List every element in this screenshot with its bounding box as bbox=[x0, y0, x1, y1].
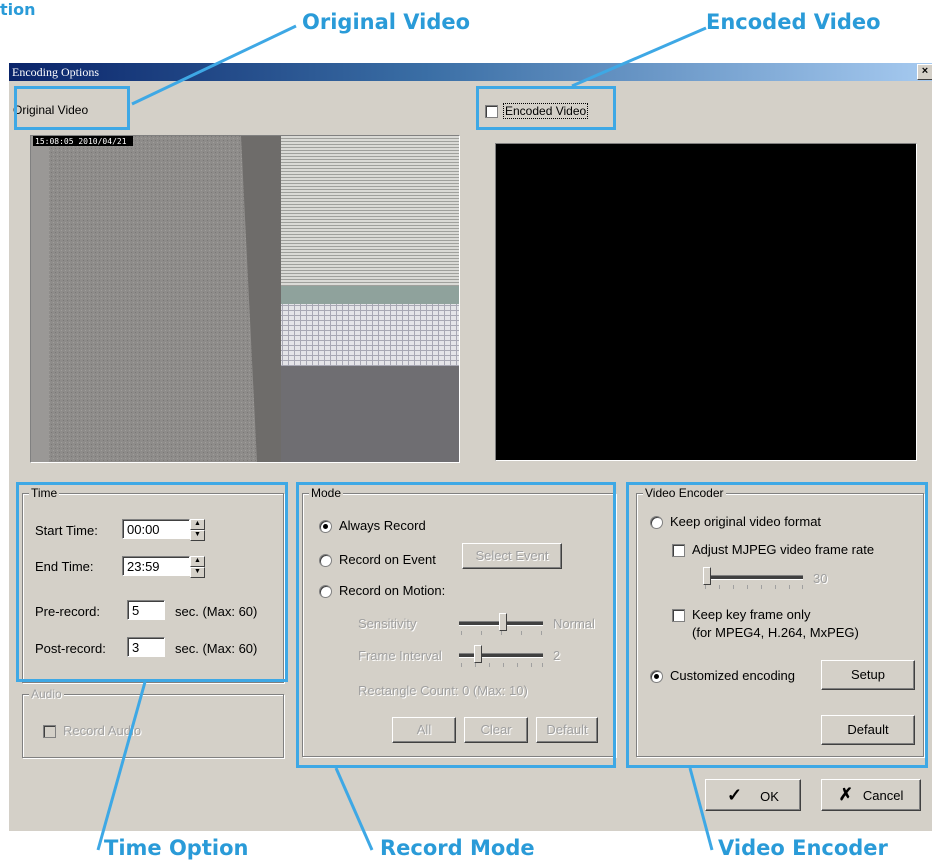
callout-time-option: Time Option bbox=[104, 836, 249, 860]
callout-fragment: tion bbox=[0, 0, 36, 19]
highlight-mode bbox=[296, 482, 616, 768]
callout-encoded-video: Encoded Video bbox=[706, 10, 881, 34]
encoded-video-view bbox=[495, 143, 917, 461]
close-button[interactable]: × bbox=[917, 64, 932, 80]
ok-button[interactable]: ✓ OK bbox=[705, 779, 801, 811]
highlight-encoded-video bbox=[476, 86, 616, 130]
original-video-view: 15:08:05 2010/04/21 bbox=[30, 135, 460, 463]
camera-frame-image: 15:08:05 2010/04/21 bbox=[31, 136, 459, 462]
highlight-video-encoder bbox=[626, 482, 928, 768]
ok-label: OK bbox=[760, 789, 779, 804]
window-title: Encoding Options bbox=[12, 65, 99, 79]
title-bar[interactable]: Encoding Options × bbox=[9, 63, 932, 81]
cancel-label: Cancel bbox=[862, 788, 904, 803]
audio-group-label: Audio bbox=[29, 687, 64, 701]
callout-original-video: Original Video bbox=[302, 10, 471, 34]
callout-record-mode: Record Mode bbox=[380, 836, 535, 860]
highlight-time bbox=[16, 482, 288, 682]
callout-video-encoder: Video Encoder bbox=[718, 836, 888, 860]
record-audio-label: Record Audio bbox=[63, 723, 142, 738]
audio-group: Audio bbox=[22, 687, 284, 758]
check-icon: ✓ bbox=[727, 785, 743, 805]
record-audio-checkbox[interactable] bbox=[43, 725, 56, 738]
x-icon: ✗ bbox=[838, 785, 853, 804]
cancel-button[interactable]: ✗ Cancel bbox=[821, 779, 921, 811]
video-timestamp: 15:08:05 2010/04/21 bbox=[35, 137, 127, 146]
highlight-original-video bbox=[14, 86, 130, 130]
